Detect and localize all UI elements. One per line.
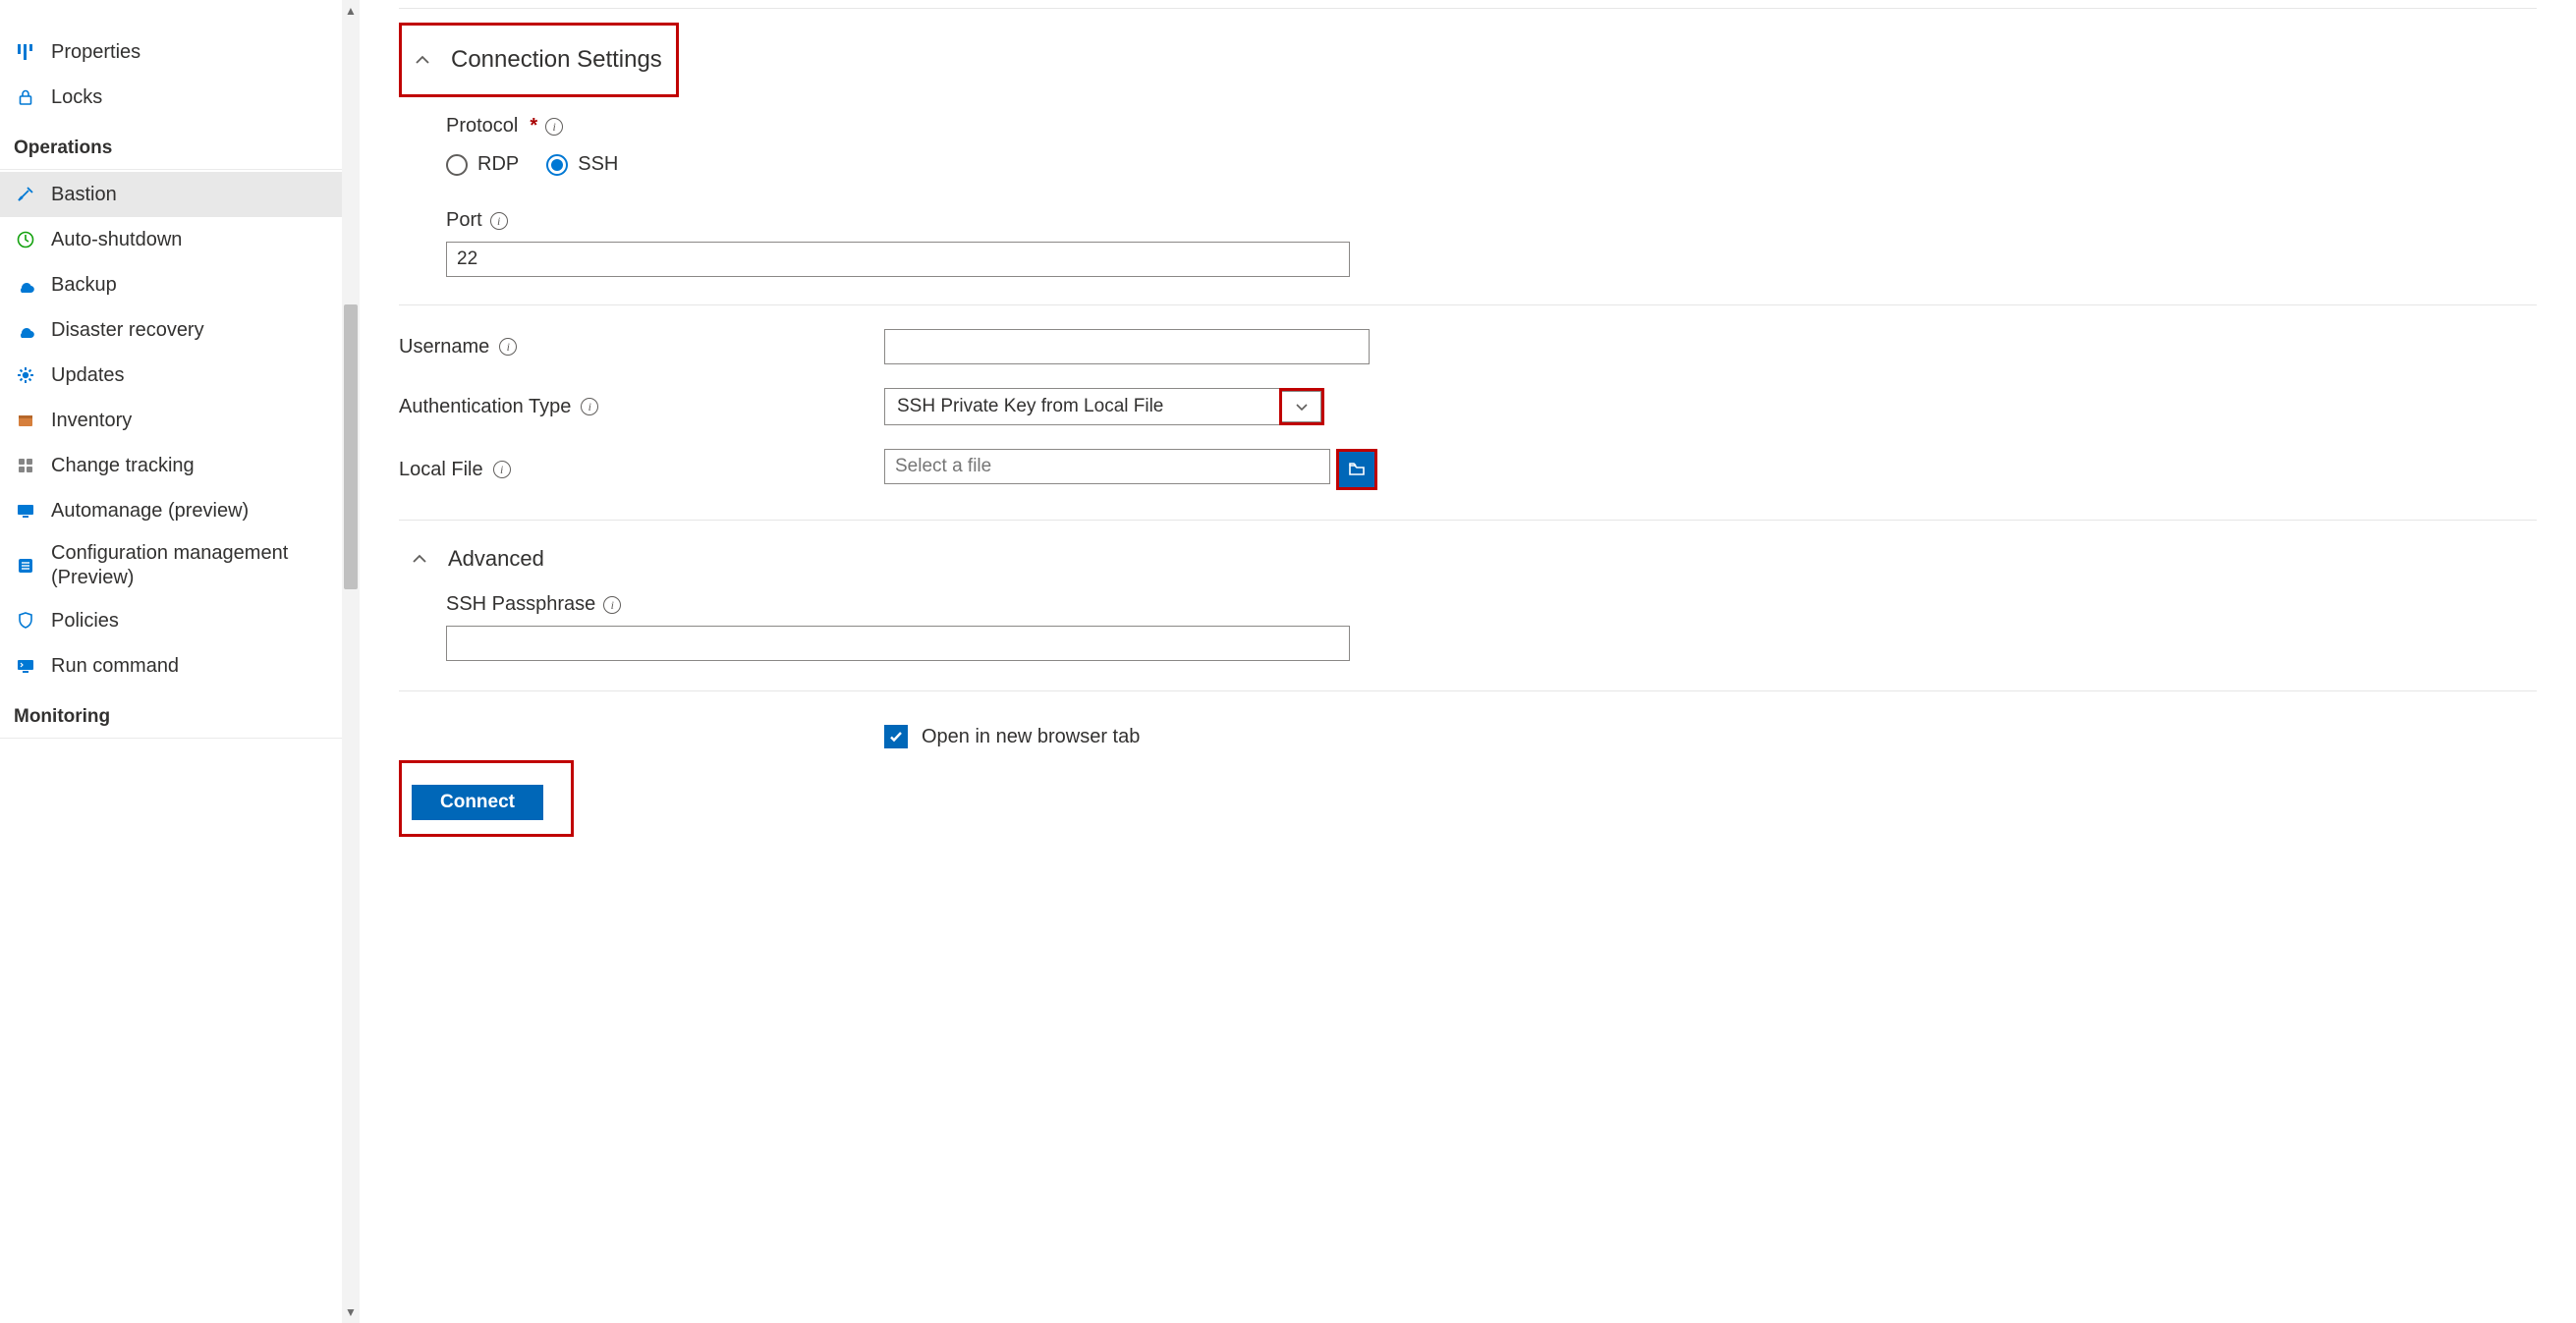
sidebar-item-inventory[interactable]: Inventory (0, 398, 342, 443)
sidebar-item-label: Properties (51, 41, 140, 64)
open-new-tab-checkbox[interactable] (884, 725, 908, 748)
check-icon (888, 729, 904, 744)
protocol-radio-ssh[interactable]: SSH (546, 153, 618, 176)
sidebar-item-label: Locks (51, 86, 102, 109)
auth-type-dropdown-caret[interactable] (1279, 388, 1324, 425)
bastion-icon (14, 183, 37, 206)
sidebar-item-runcommand[interactable]: Run command (0, 643, 342, 689)
sidebar-item-label: Disaster recovery (51, 319, 204, 342)
sidebar-item-label: Configuration management (Preview) (51, 541, 332, 590)
info-icon[interactable]: i (545, 118, 563, 136)
divider (0, 738, 342, 739)
protocol-radio-rdp[interactable]: RDP (446, 153, 519, 176)
scroll-thumb[interactable] (344, 304, 358, 589)
chevron-down-icon (1294, 399, 1310, 414)
radio-label: RDP (477, 153, 519, 176)
sidebar-item-changetracking[interactable]: Change tracking (0, 443, 342, 488)
info-icon[interactable]: i (490, 212, 508, 230)
sidebar-item-label: Bastion (51, 184, 117, 206)
sidebar-item-automanage[interactable]: Automanage (preview) (0, 488, 342, 533)
local-file-placeholder: Select a file (895, 456, 991, 477)
sidebar-item-updates[interactable]: Updates (0, 353, 342, 398)
browse-file-button[interactable] (1339, 452, 1374, 487)
divider (399, 304, 2537, 305)
sidebar-item-autoshutdown[interactable]: Auto-shutdown (0, 217, 342, 262)
sidebar-item-backup[interactable]: Backup (0, 262, 342, 307)
info-icon[interactable]: i (581, 398, 598, 415)
protocol-label-text: Protocol (446, 115, 518, 138)
port-label-text: Port (446, 209, 482, 232)
sidebar-item-locks[interactable]: Locks (0, 75, 342, 120)
radio-label: SSH (578, 153, 618, 176)
local-file-label: Local File i (399, 459, 884, 481)
info-icon[interactable]: i (603, 596, 621, 614)
advanced-title: Advanced (448, 546, 544, 572)
sidebar-heading-monitoring: Monitoring (0, 689, 342, 736)
ssh-passphrase-label-text: SSH Passphrase (446, 593, 595, 616)
auth-type-select[interactable]: SSH Private Key from Local File (884, 388, 1324, 425)
divider (399, 690, 2537, 691)
info-icon[interactable]: i (493, 461, 511, 478)
ssh-passphrase-input[interactable] (446, 626, 1350, 661)
main-panel: Connection Settings Protocol * i RDP SSH… (360, 0, 2576, 1323)
username-input[interactable] (884, 329, 1370, 364)
folder-icon (1347, 460, 1367, 479)
inventory-icon (14, 409, 37, 432)
autoshutdown-icon (14, 228, 37, 251)
local-file-label-text: Local File (399, 459, 483, 481)
properties-icon (14, 40, 37, 64)
sidebar-scrollbar[interactable]: ▲ ▼ (342, 0, 360, 1323)
scroll-up-icon[interactable]: ▲ (342, 0, 360, 22)
runcommand-icon (14, 654, 37, 678)
disasterrecovery-icon (14, 318, 37, 342)
local-file-input[interactable]: Select a file (884, 449, 1330, 484)
scroll-down-icon[interactable]: ▼ (342, 1301, 360, 1323)
divider (0, 169, 342, 170)
advanced-toggle[interactable]: Advanced (399, 546, 2537, 572)
open-new-tab-label: Open in new browser tab (922, 726, 1140, 748)
connect-button[interactable]: Connect (412, 785, 543, 820)
backup-icon (14, 273, 37, 297)
chevron-up-icon (409, 548, 430, 570)
protocol-label: Protocol * i (446, 115, 2537, 138)
section-title: Connection Settings (451, 46, 662, 74)
connection-settings-toggle[interactable]: Connection Settings (399, 23, 679, 97)
sidebar-item-label: Run command (51, 655, 179, 678)
changetracking-icon (14, 454, 37, 477)
policies-icon (14, 609, 37, 633)
configmgmt-icon (14, 554, 37, 578)
sidebar-item-label: Auto-shutdown (51, 229, 182, 251)
sidebar-item-label: Automanage (preview) (51, 500, 249, 523)
sidebar: Properties Locks Operations Bastion Auto… (0, 0, 342, 1323)
port-label: Port i (446, 209, 2537, 232)
chevron-up-icon (412, 49, 433, 71)
ssh-passphrase-label: SSH Passphrase i (446, 593, 2537, 616)
port-input[interactable] (446, 242, 1350, 277)
updates-icon (14, 363, 37, 387)
auth-type-label-text: Authentication Type (399, 396, 571, 418)
sidebar-item-label: Backup (51, 274, 117, 297)
sidebar-item-label: Updates (51, 364, 125, 387)
sidebar-item-disasterrecovery[interactable]: Disaster recovery (0, 307, 342, 353)
username-label: Username i (399, 336, 884, 358)
lock-icon (14, 85, 37, 109)
divider (399, 520, 2537, 521)
info-icon[interactable]: i (499, 338, 517, 356)
sidebar-item-configmgmt[interactable]: Configuration management (Preview) (0, 533, 342, 598)
sidebar-heading-operations: Operations (0, 120, 342, 167)
sidebar-item-label: Change tracking (51, 455, 195, 477)
required-indicator: * (530, 115, 537, 138)
sidebar-item-properties[interactable]: Properties (0, 29, 342, 75)
username-label-text: Username (399, 336, 489, 358)
sidebar-item-policies[interactable]: Policies (0, 598, 342, 643)
sidebar-item-bastion[interactable]: Bastion (0, 172, 342, 217)
sidebar-item-label: Inventory (51, 410, 132, 432)
auth-type-label: Authentication Type i (399, 396, 884, 418)
sidebar-item-label: Policies (51, 610, 119, 633)
auth-type-selected: SSH Private Key from Local File (897, 396, 1163, 417)
automanage-icon (14, 499, 37, 523)
